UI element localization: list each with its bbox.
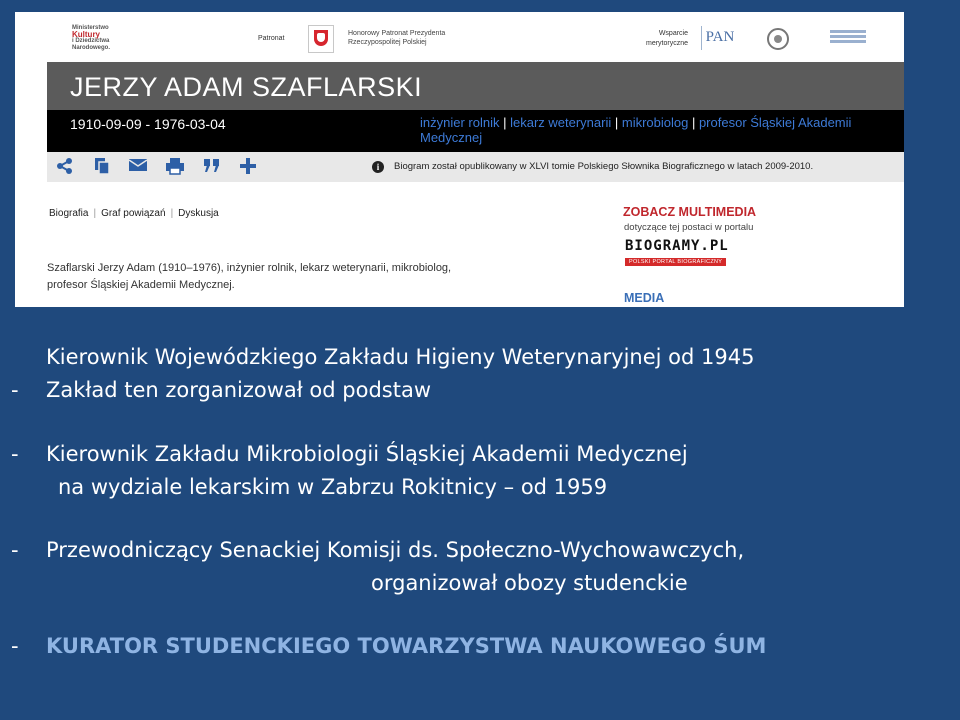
person-name: JERZY ADAM SZAFLARSKI (70, 72, 423, 102)
site-header: Ministerstwo Kultury i Dziedzictwa Narod… (15, 12, 904, 60)
wsparcie-label: Wsparcie merytoryczne (632, 29, 688, 49)
university-seal-icon (767, 28, 789, 50)
tab-divider: | (170, 208, 174, 219)
copy-icon[interactable] (92, 157, 112, 177)
kurator-heading: KURATOR STUDENCKIEGO TOWARZYSTWA NAUKOWE… (46, 634, 767, 658)
wsparcie-line: merytoryczne (645, 40, 688, 47)
summary-line: Szaflarski Jerzy Adam (1910–1976), inżyn… (47, 262, 452, 274)
action-toolbar: i Biogram został opublikowany w XLVI tom… (47, 152, 904, 182)
bullet-dash: - (11, 442, 19, 466)
quote-icon[interactable] (202, 157, 222, 177)
summary-line: profesor Śląskiej Akademii Medycznej. (47, 279, 235, 291)
patronat-text: Honorowy Patronat Prezydenta Rzeczypospo… (348, 29, 445, 47)
patronat-label: Patronat (258, 35, 285, 42)
profession-link[interactable]: inżynier rolnik (420, 115, 499, 130)
pan-logo: PAN (701, 26, 738, 50)
profession-separator: | (611, 115, 622, 130)
life-dates: 1910-09-09 - 1976-03-04 (70, 116, 226, 132)
email-icon[interactable] (128, 157, 148, 177)
ministry-line: Narodowego. (72, 44, 111, 51)
info-icon: i (372, 161, 384, 173)
patronat-line: Honorowy Patronat Prezydenta (348, 30, 446, 37)
plus-icon[interactable] (238, 157, 258, 177)
biography-summary: Szaflarski Jerzy Adam (1910–1976), inżyn… (47, 260, 537, 294)
tab-graf-powiazan[interactable]: Graf powiązań (101, 208, 165, 219)
slide-line-6: organizował obozy studenckie (371, 571, 688, 595)
slide-line-5: Przewodniczący Senackiej Komisji ds. Spo… (46, 538, 745, 562)
multimedia-subtitle: dotyczące tej postaci w portalu (624, 222, 754, 233)
partner-logo-icon (830, 30, 866, 46)
patronat-line: Rzeczypospolitej Polskiej (348, 39, 427, 46)
professions: inżynier rolnik | lekarz weterynarii | m… (420, 115, 900, 145)
profession-link[interactable]: lekarz weterynarii (510, 115, 611, 130)
bullet-dash: - (11, 634, 19, 658)
content-tabs: Biografia | Graf powiązań | Dyskusja (49, 208, 219, 219)
publication-info: Biogram został opublikowany w XLVI tomie… (394, 161, 814, 172)
bullet-dash: - (11, 538, 19, 562)
slide-line-3: Kierownik Zakładu Mikrobiologii Śląskiej… (46, 442, 688, 466)
polish-eagle-icon (308, 25, 334, 53)
tab-dyskusja[interactable]: Dyskusja (178, 208, 219, 219)
date-bar: 1910-09-09 - 1976-03-04 inżynier rolnik … (47, 110, 904, 152)
biography-screenshot: Ministerstwo Kultury i Dziedzictwa Narod… (15, 12, 904, 307)
share-icon[interactable] (55, 157, 75, 177)
tab-biografia[interactable]: Biografia (49, 208, 88, 219)
slide-line-4: na wydziale lekarskim w Zabrzu Rokitnicy… (58, 475, 608, 499)
wsparcie-line: Wsparcie (658, 30, 688, 37)
profession-separator: | (499, 115, 511, 130)
slide-line-1: Kierownik Wojewódzkiego Zakładu Higieny … (46, 345, 755, 369)
media-link[interactable]: MEDIA (624, 291, 664, 305)
biogramy-logo[interactable]: BIOGRAMY.PL (625, 238, 729, 254)
slide-line-2: Zakład ten zorganizował od podstaw (46, 378, 432, 402)
multimedia-title[interactable]: ZOBACZ MULTIMEDIA (623, 205, 756, 219)
print-icon[interactable] (165, 157, 185, 177)
tab-divider: | (93, 208, 97, 219)
profession-separator: | (688, 115, 699, 130)
ministry-logo: Ministerstwo Kultury i Dziedzictwa Narod… (72, 25, 128, 51)
biogramy-tagline: POLSKI PORTAL BIOGRAFICZNY (625, 258, 727, 266)
bullet-dash: - (11, 378, 19, 402)
profession-link[interactable]: mikrobiolog (622, 115, 688, 130)
title-bar: JERZY ADAM SZAFLARSKI (47, 62, 904, 110)
